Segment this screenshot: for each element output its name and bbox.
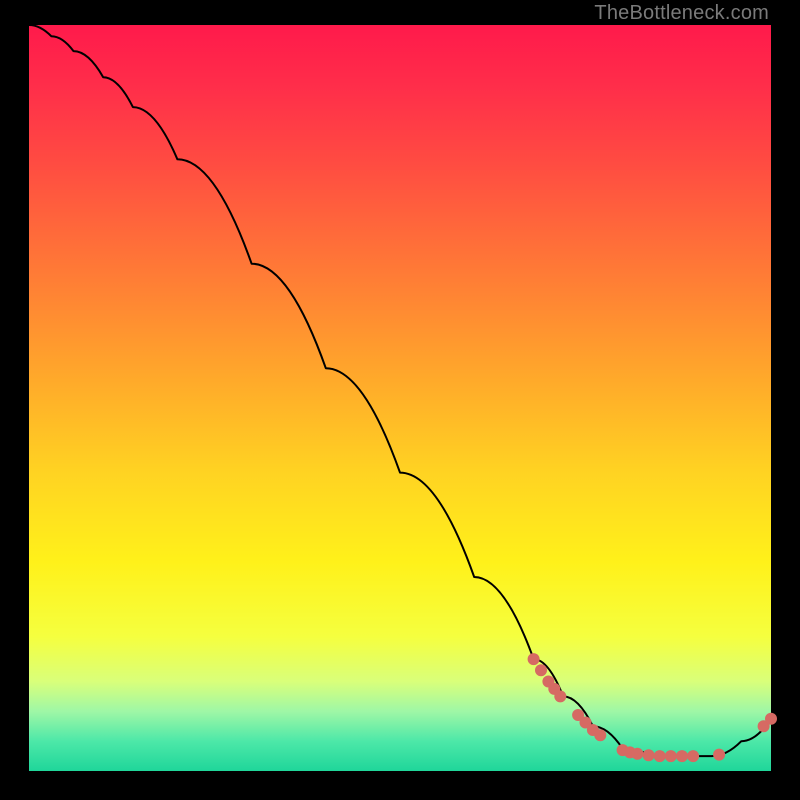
datapoint-dot (535, 664, 547, 676)
datapoint-dot (654, 750, 666, 762)
datapoint-dot (554, 690, 566, 702)
watermark-text: TheBottleneck.com (594, 2, 769, 25)
datapoint-dot (676, 750, 688, 762)
datapoint-dot (765, 713, 777, 725)
plot-overlay (29, 25, 771, 771)
datapoint-dot (528, 653, 540, 665)
datapoint-dot (594, 729, 606, 741)
figure-root: TheBottleneck.com (0, 0, 800, 800)
datapoint-dot (687, 750, 699, 762)
datapoint-dot (713, 749, 725, 761)
datapoint-dot (665, 750, 677, 762)
bottleneck-curve (29, 25, 771, 756)
datapoint-dot (631, 748, 643, 760)
datapoint-dot (643, 749, 655, 761)
datapoint-dots (528, 653, 777, 762)
